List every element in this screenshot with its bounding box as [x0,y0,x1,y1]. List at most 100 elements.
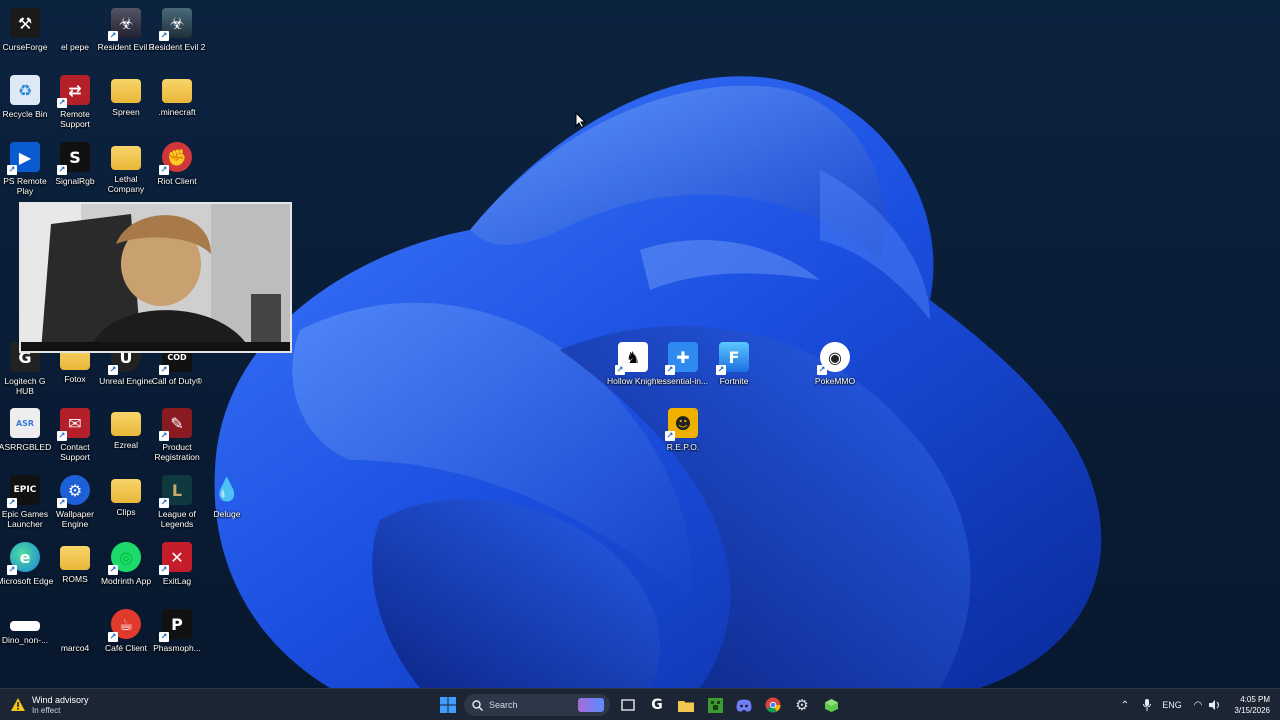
pokemmo-icon: ◉ [817,342,850,375]
edge-icon: e [7,542,40,575]
marco4-item[interactable]: marco4 [50,603,100,667]
folder-icon [111,146,141,170]
fortnite-label: Fortnite [719,376,749,386]
pokemmo-item[interactable]: ◉ PokeMMO [810,336,860,400]
clips-item[interactable]: Clips [101,469,151,533]
taskbar-discord[interactable] [732,693,756,717]
taskbar-settings[interactable]: ⚙ [790,693,814,717]
folder-icon [678,700,694,712]
roms-item[interactable]: ROMS [50,536,100,600]
modrinth-icon: ◎ [108,542,141,575]
signalrgb-icon: S [57,142,90,175]
ps-remote-play-item[interactable]: ▶ PS Remote Play [0,136,50,200]
wallpaper-engine-icon: ⚙ [57,475,90,508]
start-button[interactable] [436,693,460,717]
essential-installer-icon: ✚ [665,342,698,375]
modrinth-app-item[interactable]: ◎ Modrinth App [101,536,151,600]
product-registration-label: Product Registration [154,442,200,462]
microsoft-edge-item[interactable]: e Microsoft Edge [0,536,53,600]
weather-widget[interactable]: Wind advisory In effect [10,693,89,717]
discord-icon [736,699,752,712]
volume-button[interactable] [1208,697,1222,713]
repo-item[interactable]: ☻ R.E.P.O. [658,402,708,466]
folder-icon [162,79,192,103]
spreen-item[interactable]: Spreen [101,69,151,133]
mouse-cursor-icon [575,112,587,128]
clock-date: 3/15/2026 [1234,706,1270,715]
deluge-label: Deluge [213,509,241,519]
show-hidden-icons-button[interactable]: ⌃ [1119,697,1131,713]
task-view-button[interactable] [616,693,640,717]
deluge-icon: 💧 [213,477,241,503]
fortnite-icon: F [716,342,749,375]
cafe-client-icon: ☕ [108,609,141,642]
el-pepe-icon [60,8,90,38]
resident-evil-2-item[interactable]: ☣ Resident Evil 2 [149,2,205,66]
taskbar-app-g[interactable]: G [645,693,669,717]
curseforge-icon-item[interactable]: ⚒ CurseForge [0,2,50,66]
pokemmo-label: PokeMMO [814,376,856,386]
lethal-company-item[interactable]: Lethal Company [101,136,151,200]
dino-file-icon [10,621,40,631]
epic-games-item[interactable]: EPIC Epic Games Launcher [0,469,50,533]
phasmophobia-item[interactable]: P Phasmoph... [152,603,202,667]
windows-logo-icon [440,697,456,713]
wallpaper-engine-item[interactable]: ⚙ Wallpaper Engine [50,469,100,533]
riot-client-item[interactable]: ✊ Riot Client [152,136,202,200]
contact-support-item[interactable]: ✉ Contact Support [50,402,100,466]
folder-icon [60,546,90,570]
epic-games-icon: EPIC [7,475,40,508]
remote-support-item[interactable]: ⇄ Remote Support [50,69,100,133]
taskbar-minecraft[interactable] [703,693,727,717]
el-pepe-item[interactable]: el pepe [50,2,100,66]
riot-client-icon: ✊ [159,142,192,175]
league-of-legends-item[interactable]: L League of Legends [152,469,202,533]
minecraft-folder-item[interactable]: .minecraft [152,69,202,133]
folder-icon [111,412,141,436]
repo-icon: ☻ [665,408,698,441]
asrrgbled-item[interactable]: ASR ASRRGBLED [0,402,51,466]
search-highlight-icon [578,698,604,712]
task-view-icon [621,699,635,711]
search-icon [472,699,483,711]
recycle-bin-item[interactable]: ♻ Recycle Bin [0,69,50,133]
search-label: Search [489,700,518,710]
league-of-legends-icon: L [159,475,192,508]
marco4-icon [60,609,90,639]
taskbar-file-explorer[interactable] [674,693,698,717]
taskbar-search[interactable]: Search [464,694,610,716]
recycle-bin-icon: ♻ [10,75,40,105]
dino-item[interactable]: Dino_non-... [0,603,50,667]
warning-icon [11,698,25,711]
riot-client-label: Riot Client [157,176,197,186]
resident-evil-3-item[interactable]: ☣ Resident Evil 3 [98,2,154,66]
taskbar-chrome[interactable] [761,693,785,717]
microphone-tray-button[interactable] [1140,697,1154,713]
repo-label: R.E.P.O. [666,442,700,452]
taskbar-game-launcher[interactable] [819,693,843,717]
ezreal-item[interactable]: Ezreal [101,402,151,466]
desktop[interactable]: ⚒ CurseForge ♻ Recycle Bin ▶ PS Remote P… [0,0,1280,688]
clock[interactable]: 4:05 PM 3/15/2026 [1234,694,1270,716]
clock-time: 4:05 PM [1240,695,1270,704]
chrome-icon [765,697,781,713]
resident-evil-3-icon: ☣ [108,8,141,41]
exitlag-item[interactable]: ✕ ExitLag [152,536,202,600]
product-registration-item[interactable]: ✎ Product Registration [152,402,202,466]
exitlag-icon: ✕ [159,542,192,575]
ps-remote-play-icon: ▶ [7,142,40,175]
signalrgb-item[interactable]: S SignalRgb [50,136,100,200]
fortnite-item[interactable]: F Fortnite [709,336,759,400]
folder-icon [111,79,141,103]
network-button[interactable]: ◠ [1191,697,1205,713]
hollow-knight-item[interactable]: ♞ Hollow Knight [607,336,659,400]
contact-support-icon: ✉ [57,408,90,441]
asrrgbled-icon: ASR [10,408,40,438]
speaker-icon [1209,700,1219,710]
cafe-client-item[interactable]: ☕ Café Client [101,603,151,667]
deluge-item[interactable]: 💧 Deluge [202,469,252,533]
weather-subtitle: In effect [32,705,61,715]
chevron-up-icon: ⌃ [1120,699,1130,711]
essential-installer-item[interactable]: ✚ essential-in... [658,336,708,400]
language-indicator[interactable]: ENG [1161,697,1183,713]
